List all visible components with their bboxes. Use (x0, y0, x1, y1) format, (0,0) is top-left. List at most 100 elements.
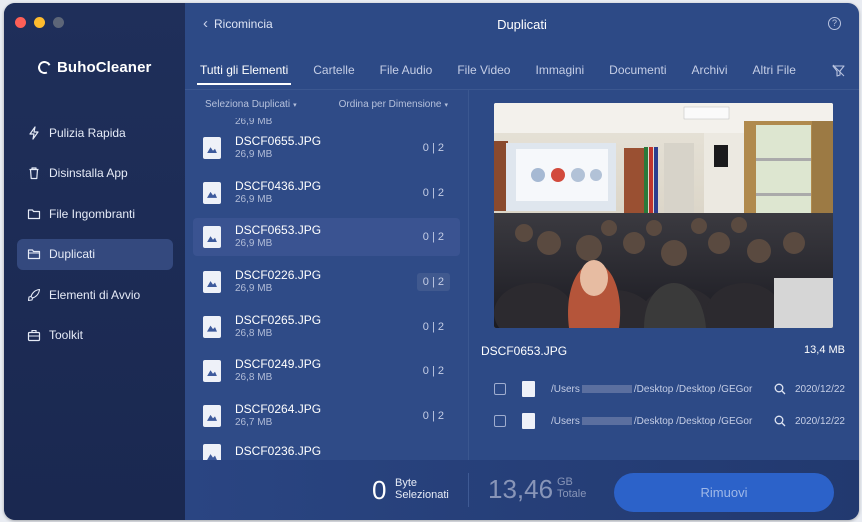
duplicate-count: 0 | 2 (422, 186, 444, 199)
total-size-value: 13,46 (488, 474, 554, 504)
brand-name: BuhoCleaner (57, 59, 152, 76)
sidebar-item-label: Pulizia Rapida (49, 125, 126, 140)
preview-file-name: DSCF0653.JPG (481, 344, 568, 358)
lightning-icon (27, 125, 41, 140)
list-item[interactable]: DSCF0265.JPG 26,8 MB 0 | 2 (185, 304, 468, 349)
file-date: 2020/12/22 (794, 383, 845, 395)
list-item-selected[interactable]: DSCF0653.JPG 26,9 MB 0 | 2 (193, 218, 460, 257)
path-suffix: /Desktop /Desktop /GEGor (633, 415, 753, 427)
path-prefix: /Users (551, 415, 580, 427)
footer-divider (468, 473, 469, 507)
sidebar-item-toolkit[interactable]: Toolkit (17, 320, 173, 351)
tab-tutti-gli-elementi[interactable]: Tutti gli Elementi (197, 59, 292, 85)
app-window: BuhoCleaner Pulizia Rapida Disinstalla A… (4, 3, 859, 520)
redacted-username (581, 384, 632, 393)
trash-icon (27, 166, 41, 180)
file-date: 2020/12/22 (794, 415, 845, 427)
rocket-icon (27, 288, 41, 302)
selected-unit-line1: Byte (395, 477, 418, 489)
select-duplicates-label: Seleziona Duplicati (205, 98, 291, 110)
zoom-window-button[interactable] (53, 17, 64, 28)
selected-size-value: 0 (372, 475, 387, 505)
remove-button[interactable]: Rimuovi (614, 473, 834, 512)
total-unit-line2: Totale (557, 488, 587, 500)
image-file-icon (203, 226, 221, 249)
sidebar-item-label: Duplicati (49, 247, 96, 261)
list-item[interactable]: DSCF0655.JPG 26,9 MB 0 | 2 (185, 126, 468, 171)
total-unit-line1: GB (557, 476, 573, 488)
sidebar-item-file-ingombranti[interactable]: File Ingombranti (17, 198, 173, 229)
list-header: Seleziona Duplicati ▾ Ordina per Dimensio… (185, 90, 468, 118)
file-name: DSCF0236.JPG (235, 444, 322, 459)
help-icon[interactable]: ? (828, 17, 841, 30)
sidebar: BuhoCleaner Pulizia Rapida Disinstalla A… (4, 3, 185, 520)
image-file-icon (203, 360, 221, 383)
duplicate-count: 0 | 2 (422, 365, 444, 378)
folder-icon (27, 247, 41, 261)
image-file-icon (522, 381, 535, 397)
folder-icon (27, 207, 41, 221)
sidebar-item-label: File Ingombranti (49, 206, 136, 221)
list-item[interactable]: DSCF0436.JPG 26,9 MB 0 | 2 (185, 171, 468, 216)
file-path: /Users/Desktop /Desktop /GEGor (551, 384, 766, 395)
tab-archivi[interactable]: Archivi (689, 59, 731, 85)
close-window-button[interactable] (15, 17, 26, 28)
list-body: 26,9 MB DSCF0655.JPG 26,9 MB 0 | 2 DSCF04… (185, 118, 468, 460)
main-area: ‹ Ricomincia Duplicati ? Tutti gli Eleme… (185, 3, 859, 520)
duplicate-count: 0 | 2 (416, 273, 450, 292)
sidebar-item-duplicati[interactable]: Duplicati (17, 238, 173, 270)
caret-down-icon: ▾ (293, 101, 297, 109)
path-checkbox[interactable] (494, 383, 506, 395)
tab-documenti[interactable]: Documenti (606, 59, 669, 85)
file-size: 26,9 MB (235, 118, 273, 126)
duplicate-count: 0 | 2 (422, 231, 444, 244)
duplicate-count: 0 | 2 (422, 409, 444, 422)
duplicate-count: 0 | 2 (422, 142, 444, 155)
magnifier-icon[interactable] (774, 383, 786, 395)
top-bar: ‹ Ricomincia Duplicati ? (185, 3, 859, 49)
duplicates-list-pane: Seleziona Duplicati ▾ Ordina per Dimensio… (185, 90, 468, 460)
page-title: Duplicati (497, 17, 547, 32)
file-path: /Users/Desktop /Desktop /GEGor (551, 416, 766, 427)
preview-file-size: 13,4 MB (804, 344, 845, 356)
category-tabs: Tutti gli Elementi Cartelle File Audio F… (197, 59, 845, 87)
duplicate-path-row: /Users/Desktop /Desktop /GEGor 2020/12/2… (494, 378, 845, 400)
sidebar-item-pulizia-rapida[interactable]: Pulizia Rapida (17, 117, 173, 148)
list-item[interactable]: DSCF0264.JPG 26,7 MB 0 | 2 (185, 394, 468, 439)
image-file-icon (203, 315, 221, 338)
duplicate-path-row: /Users/Desktop /Desktop /GEGor 2020/12/2… (494, 410, 845, 432)
tab-file-video[interactable]: File Video (454, 59, 513, 85)
sort-label: Ordina per Dimensione (338, 98, 442, 110)
image-preview (494, 103, 833, 328)
list-item[interactable]: DSCF0249.JPG 26,8 MB 0 | 2 (185, 349, 468, 394)
sidebar-item-disinstalla-app[interactable]: Disinstalla App (17, 158, 173, 189)
sidebar-item-label: Elementi di Avvio (49, 287, 141, 302)
tab-file-audio[interactable]: File Audio (377, 59, 436, 85)
filter-icon[interactable] (832, 64, 845, 77)
duplicate-count: 0 | 2 (422, 320, 444, 333)
toolbox-icon (27, 328, 41, 342)
path-suffix: /Desktop /Desktop /GEGor (633, 383, 753, 395)
tab-altri-file[interactable]: Altri File (750, 59, 799, 85)
selected-unit-line2: Selezionati (395, 489, 449, 501)
list-item[interactable]: 26,9 MB (185, 118, 468, 126)
magnifier-icon[interactable] (774, 415, 786, 427)
sidebar-item-label: Toolkit (49, 328, 84, 342)
sidebar-item-elementi-di-avvio[interactable]: Elementi di Avvio (17, 279, 173, 310)
window-controls (15, 17, 64, 28)
tab-cartelle[interactable]: Cartelle (310, 59, 357, 85)
brand: BuhoCleaner (36, 59, 152, 76)
image-file-icon (203, 271, 221, 294)
list-item[interactable]: DSCF0226.JPG 26,9 MB 0 | 2 (185, 260, 468, 305)
sort-dropdown[interactable]: Ordina per Dimensione ▾ (339, 99, 448, 110)
buho-logo-icon (36, 59, 53, 76)
list-item[interactable]: DSCF0236.JPG (185, 438, 468, 460)
path-prefix: /Users (551, 383, 580, 395)
tab-immagini[interactable]: Immagini (532, 59, 587, 85)
preview-pane: DSCF0653.JPG 13,4 MB /Users/Desktop /Des… (469, 90, 859, 460)
minimize-window-button[interactable] (34, 17, 45, 28)
conference-photo-image (494, 103, 833, 328)
select-duplicates-dropdown[interactable]: Seleziona Duplicati ▾ (205, 99, 297, 110)
path-checkbox[interactable] (494, 415, 506, 427)
total-size-unit: GB Totale (557, 476, 586, 500)
